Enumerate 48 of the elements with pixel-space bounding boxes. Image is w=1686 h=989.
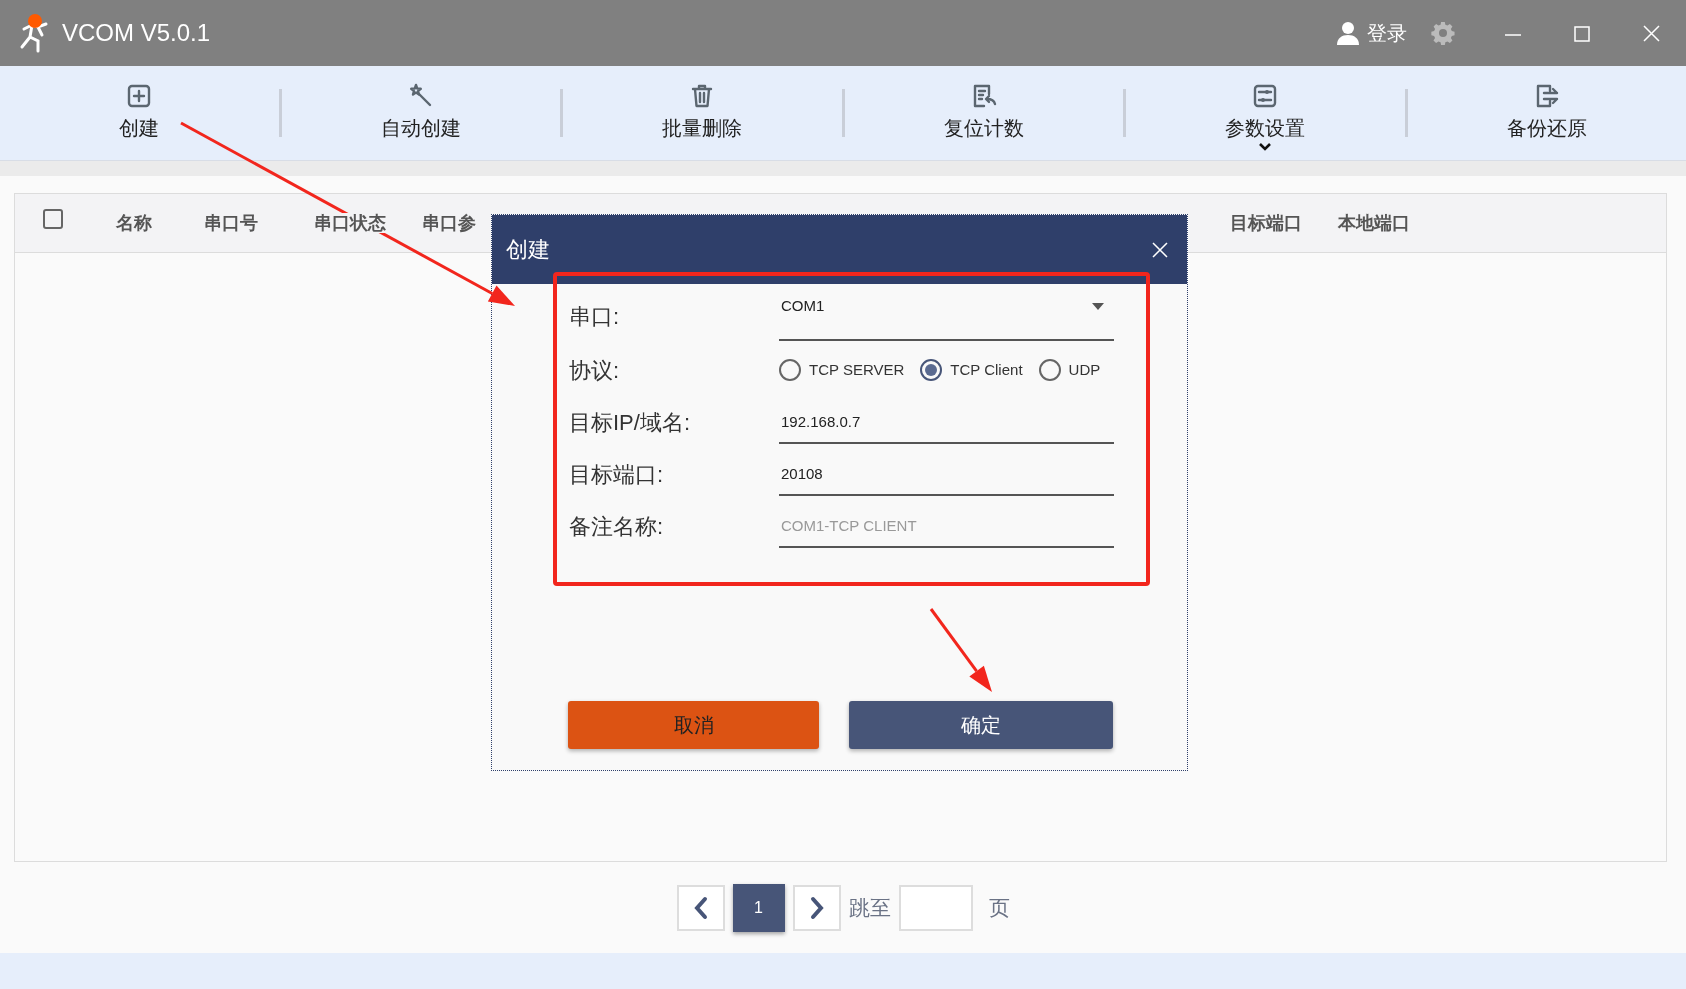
column-header: 串口参 [422, 212, 476, 233]
dialog-title: 创建 [506, 236, 550, 264]
chevron-down-icon [1258, 142, 1273, 151]
column-header: 目标端口 [1230, 212, 1302, 233]
login-link[interactable]: 登录 [1367, 18, 1407, 48]
chevron-left-icon [692, 895, 709, 920]
column-header: 名称 [116, 212, 152, 233]
toolbar-button[interactable]: 复位计数 [933, 81, 1034, 145]
column-header: 串口状态 [314, 212, 386, 233]
plus-square-icon [126, 83, 153, 109]
input-field[interactable]: 192.168.0.7 [779, 400, 1114, 444]
input-field[interactable]: COM1-TCP CLIENT [779, 504, 1114, 548]
select-field[interactable]: COM1 [779, 291, 1114, 341]
radio-label: UDP [1068, 359, 1101, 380]
next-page-button[interactable] [792, 884, 841, 931]
field-label: 目标端口: [569, 460, 665, 489]
field-label: 协议: [569, 356, 621, 385]
column-header: 本地端口 [1338, 212, 1410, 233]
toolbar-button[interactable]: 参数设置 [1215, 81, 1316, 145]
field-label: 备注名称: [569, 512, 665, 541]
radio-button[interactable] [1038, 359, 1061, 381]
field-label: 目标IP/域名: [569, 408, 691, 437]
confirm-button[interactable]: 确定 [849, 701, 1113, 749]
sliders-icon [1252, 83, 1279, 109]
radio-button[interactable] [779, 359, 801, 381]
checkbox[interactable] [43, 209, 63, 229]
radio-button[interactable] [920, 359, 943, 381]
radio-label: TCP SERVER [809, 359, 905, 380]
column-header: 串口号 [204, 212, 258, 233]
magic-wand-icon [407, 83, 434, 109]
toolbar-button[interactable]: 自动创建 [370, 81, 471, 145]
page-number-button[interactable]: 1 [732, 883, 785, 932]
radio-label: TCP Client [950, 359, 1023, 380]
cancel-button[interactable]: 取消 [568, 701, 819, 749]
user-icon [1337, 21, 1359, 45]
field-label: 串口: [569, 302, 621, 331]
window-title: VCOM V5.0.1 [62, 18, 211, 48]
page-suffix: 页 [988, 894, 1010, 921]
chevron-right-icon [808, 895, 825, 920]
toolbar-button[interactable]: 创建 [109, 81, 170, 145]
caret-down-icon [1092, 303, 1104, 310]
jump-label: 跳至 [848, 894, 891, 921]
previous-page-button[interactable] [676, 884, 725, 931]
toolbar-button[interactable]: 批量删除 [652, 81, 753, 145]
page-input-field[interactable] [898, 884, 973, 931]
toolbar-button[interactable]: 备份还原 [1496, 81, 1597, 145]
close-icon[interactable] [1151, 240, 1169, 259]
input-field[interactable]: 20108 [779, 452, 1114, 496]
